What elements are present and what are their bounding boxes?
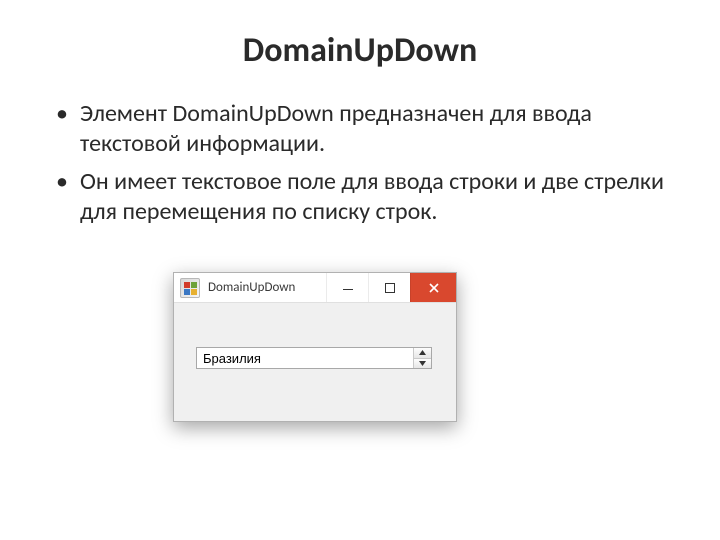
domainupdown-spinner xyxy=(413,348,431,368)
spinner-down-button[interactable] xyxy=(414,358,431,369)
app-window: DomainUpDown xyxy=(173,272,457,422)
minimize-icon xyxy=(343,289,353,291)
window-titlebar[interactable]: DomainUpDown xyxy=(174,273,456,303)
spinner-up-button[interactable] xyxy=(414,348,431,358)
minimize-button[interactable] xyxy=(326,273,368,302)
window-title: DomainUpDown xyxy=(206,273,326,302)
window-client-area xyxy=(174,303,456,421)
maximize-icon xyxy=(385,283,395,293)
presentation-slide: DomainUpDown Элемент DomainUpDown предна… xyxy=(0,0,720,540)
domainupdown-control xyxy=(196,347,432,369)
chevron-down-icon xyxy=(419,361,426,366)
domainupdown-input[interactable] xyxy=(197,348,413,368)
app-icon xyxy=(180,278,200,298)
window-control-buttons xyxy=(326,273,456,302)
maximize-button[interactable] xyxy=(368,273,410,302)
bullet-list: Элемент DomainUpDown предназначен для вв… xyxy=(50,99,670,227)
close-button[interactable] xyxy=(410,273,456,302)
chevron-up-icon xyxy=(419,350,426,355)
close-icon xyxy=(428,282,440,294)
bullet-item: Он имеет текстовое поле для ввода строки… xyxy=(50,167,670,227)
slide-title: DomainUpDown xyxy=(50,30,670,71)
bullet-item: Элемент DomainUpDown предназначен для вв… xyxy=(50,99,670,159)
